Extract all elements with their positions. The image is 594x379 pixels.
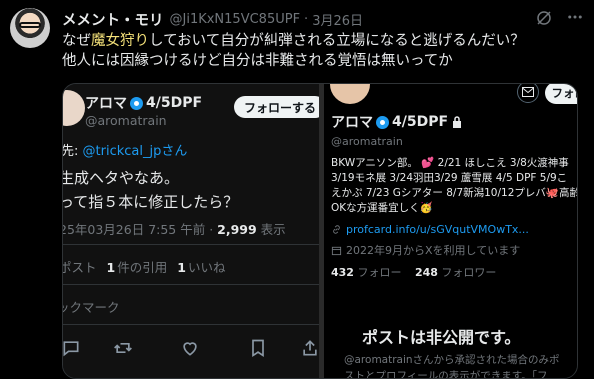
divider xyxy=(63,244,319,245)
quoted-user-handle: @aromatrain xyxy=(85,113,167,128)
highlighted-word: 魔女狩り xyxy=(91,33,149,49)
follow-button: フォローする xyxy=(234,96,319,118)
lock-icon xyxy=(453,116,462,128)
retweet-icon xyxy=(114,343,132,353)
profile-handle: @aromatrain xyxy=(331,135,403,148)
reply-to-link: @trickcal_jpさん xyxy=(82,144,188,159)
post-date[interactable]: 3月26日 xyxy=(312,10,363,29)
likes-count: 1 xyxy=(177,260,186,275)
media-image-profile-screenshot[interactable]: フォローする アロマ 4/5DPF @aromatrain BKWアニソン部。 … xyxy=(324,84,578,378)
tweet-actions xyxy=(63,338,319,360)
grok-icon[interactable] xyxy=(535,9,553,27)
reply-icon xyxy=(63,341,79,357)
profile-link: profcard.info/u/sGVqutVMOwTx... xyxy=(331,223,529,236)
media-image-tweet-screenshot[interactable]: アロマ 4/5DPF @aromatrain フォローする 先: @trickc… xyxy=(63,84,319,378)
share-icon xyxy=(303,340,317,356)
private-posts-description: @aromatrainさんから承認された場合のみポ ストとプロフィールの表示がで… xyxy=(344,354,560,378)
followers-count: 248 xyxy=(414,266,438,279)
more-options-icon[interactable] xyxy=(566,8,584,26)
private-posts-title: ポストは非公開です。 xyxy=(362,328,521,347)
post-header: メメント・モリ @Ji1KxN15VC85UPF · 3月26日 xyxy=(62,9,363,29)
quoted-user-avatar xyxy=(63,90,85,126)
like-icon xyxy=(183,342,197,356)
quoted-tweet-meta: 25年03月26日 7:55 午前 · 2,999 表示 xyxy=(63,222,286,237)
profile-avatar xyxy=(328,84,372,106)
avatar-glasses xyxy=(19,22,41,28)
calendar-icon xyxy=(331,246,342,255)
author-handle[interactable]: @Ji1KxN15VC85UPF xyxy=(170,12,301,27)
profile-name: アロマ 4/5DPF xyxy=(331,112,462,132)
post-text: なぜ魔女狩りしておいて自分が糾弾される立場になると逃げるんだい？ 他人には因縁つ… xyxy=(62,31,582,71)
divider xyxy=(63,324,319,325)
header-separator: · xyxy=(304,11,309,27)
author-name[interactable]: メメント・モリ xyxy=(62,9,164,30)
profile-follow-button: フォローする xyxy=(545,84,577,104)
reply-to-line: 先: @trickcal_jpさん xyxy=(63,144,188,159)
quoted-user-name: アロマ 4/5DPF xyxy=(85,95,203,112)
quoted-tweet-line-1: 生成ヘタやなあ。 xyxy=(63,169,180,187)
name-badge-icon xyxy=(376,115,389,129)
quoted-tweet-line-2: って指５本に修正したら？ xyxy=(63,193,239,211)
quoted-tweet-body: 生成ヘタやなあ。 って指５本に修正したら？ xyxy=(63,166,238,214)
bookmarks-label: ックマーク xyxy=(63,300,120,315)
mail-icon xyxy=(517,84,539,103)
post-text-line-1: なぜ魔女狩りしておいて自分が糾弾される立場になると逃げるんだい？ xyxy=(62,33,525,49)
quoted-tweet-stats: ポスト1件の引用1いいね xyxy=(63,260,226,275)
quotes-count: 1 xyxy=(106,260,116,275)
views-count: 2,999 xyxy=(217,222,257,237)
profile-joined: 2022年9月からXを利用しています xyxy=(331,242,520,258)
divider xyxy=(63,284,319,285)
author-avatar[interactable] xyxy=(10,8,50,48)
profile-follow-counts: 432 フォロー 248 フォロワー xyxy=(331,266,497,279)
post-text-line-2: 他人には因縁つけるけど自分は非難される覚悟は無いってか xyxy=(62,53,453,69)
bookmark-icon xyxy=(252,339,264,358)
link-icon xyxy=(333,225,340,234)
post-media[interactable]: アロマ 4/5DPF @aromatrain フォローする 先: @trickc… xyxy=(62,83,578,379)
name-badge-icon xyxy=(130,96,143,110)
profile-bio: BKWアニソン部。 💕 2/21 ほしこえ 3/8火渡神事 3/19モネ展 3/… xyxy=(331,157,578,214)
following-count: 432 xyxy=(331,266,354,279)
